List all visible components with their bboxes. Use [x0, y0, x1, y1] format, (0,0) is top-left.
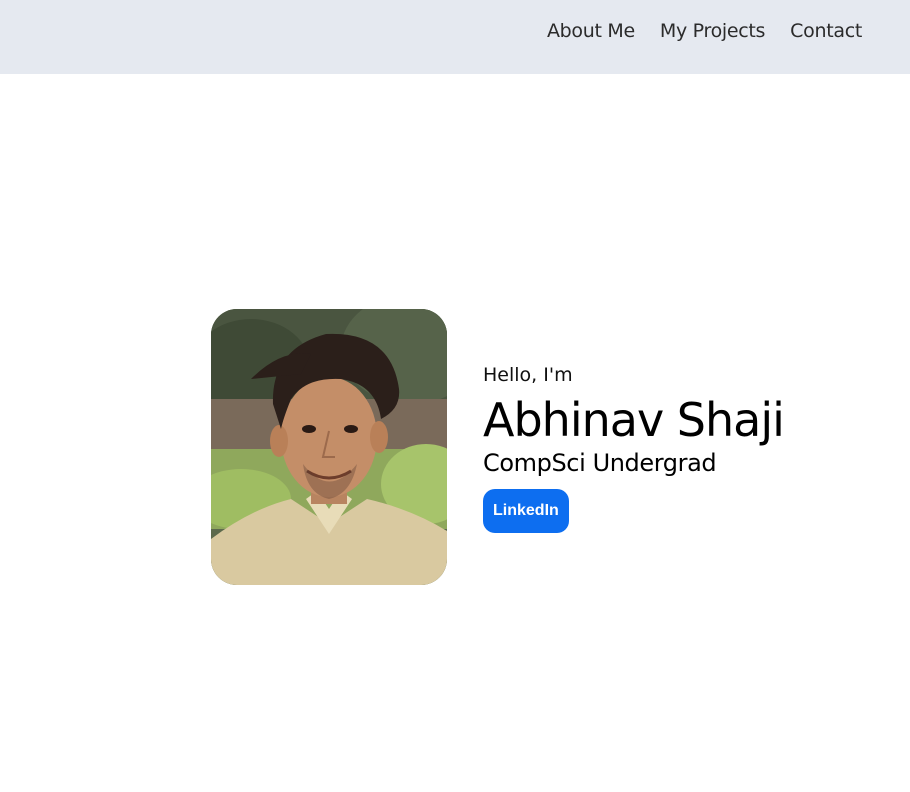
navbar: About Me My Projects Contact	[0, 0, 910, 74]
intro-block: Hello, I'm Abhinav Shaji CompSci Undergr…	[483, 362, 785, 533]
profile-photo-illustration	[211, 309, 447, 585]
nav-link-my-projects[interactable]: My Projects	[660, 18, 766, 44]
hero-section: Hello, I'm Abhinav Shaji CompSci Undergr…	[211, 309, 785, 585]
nav-link-about-me[interactable]: About Me	[547, 18, 635, 44]
person-name: Abhinav Shaji	[483, 392, 785, 447]
nav-link-contact[interactable]: Contact	[790, 18, 862, 44]
greeting-text: Hello, I'm	[483, 363, 573, 386]
person-role: CompSci Undergrad	[483, 448, 717, 477]
linkedin-button[interactable]: LinkedIn	[483, 488, 569, 533]
nav-links: About Me My Projects Contact	[547, 18, 862, 44]
profile-photo	[211, 309, 447, 585]
